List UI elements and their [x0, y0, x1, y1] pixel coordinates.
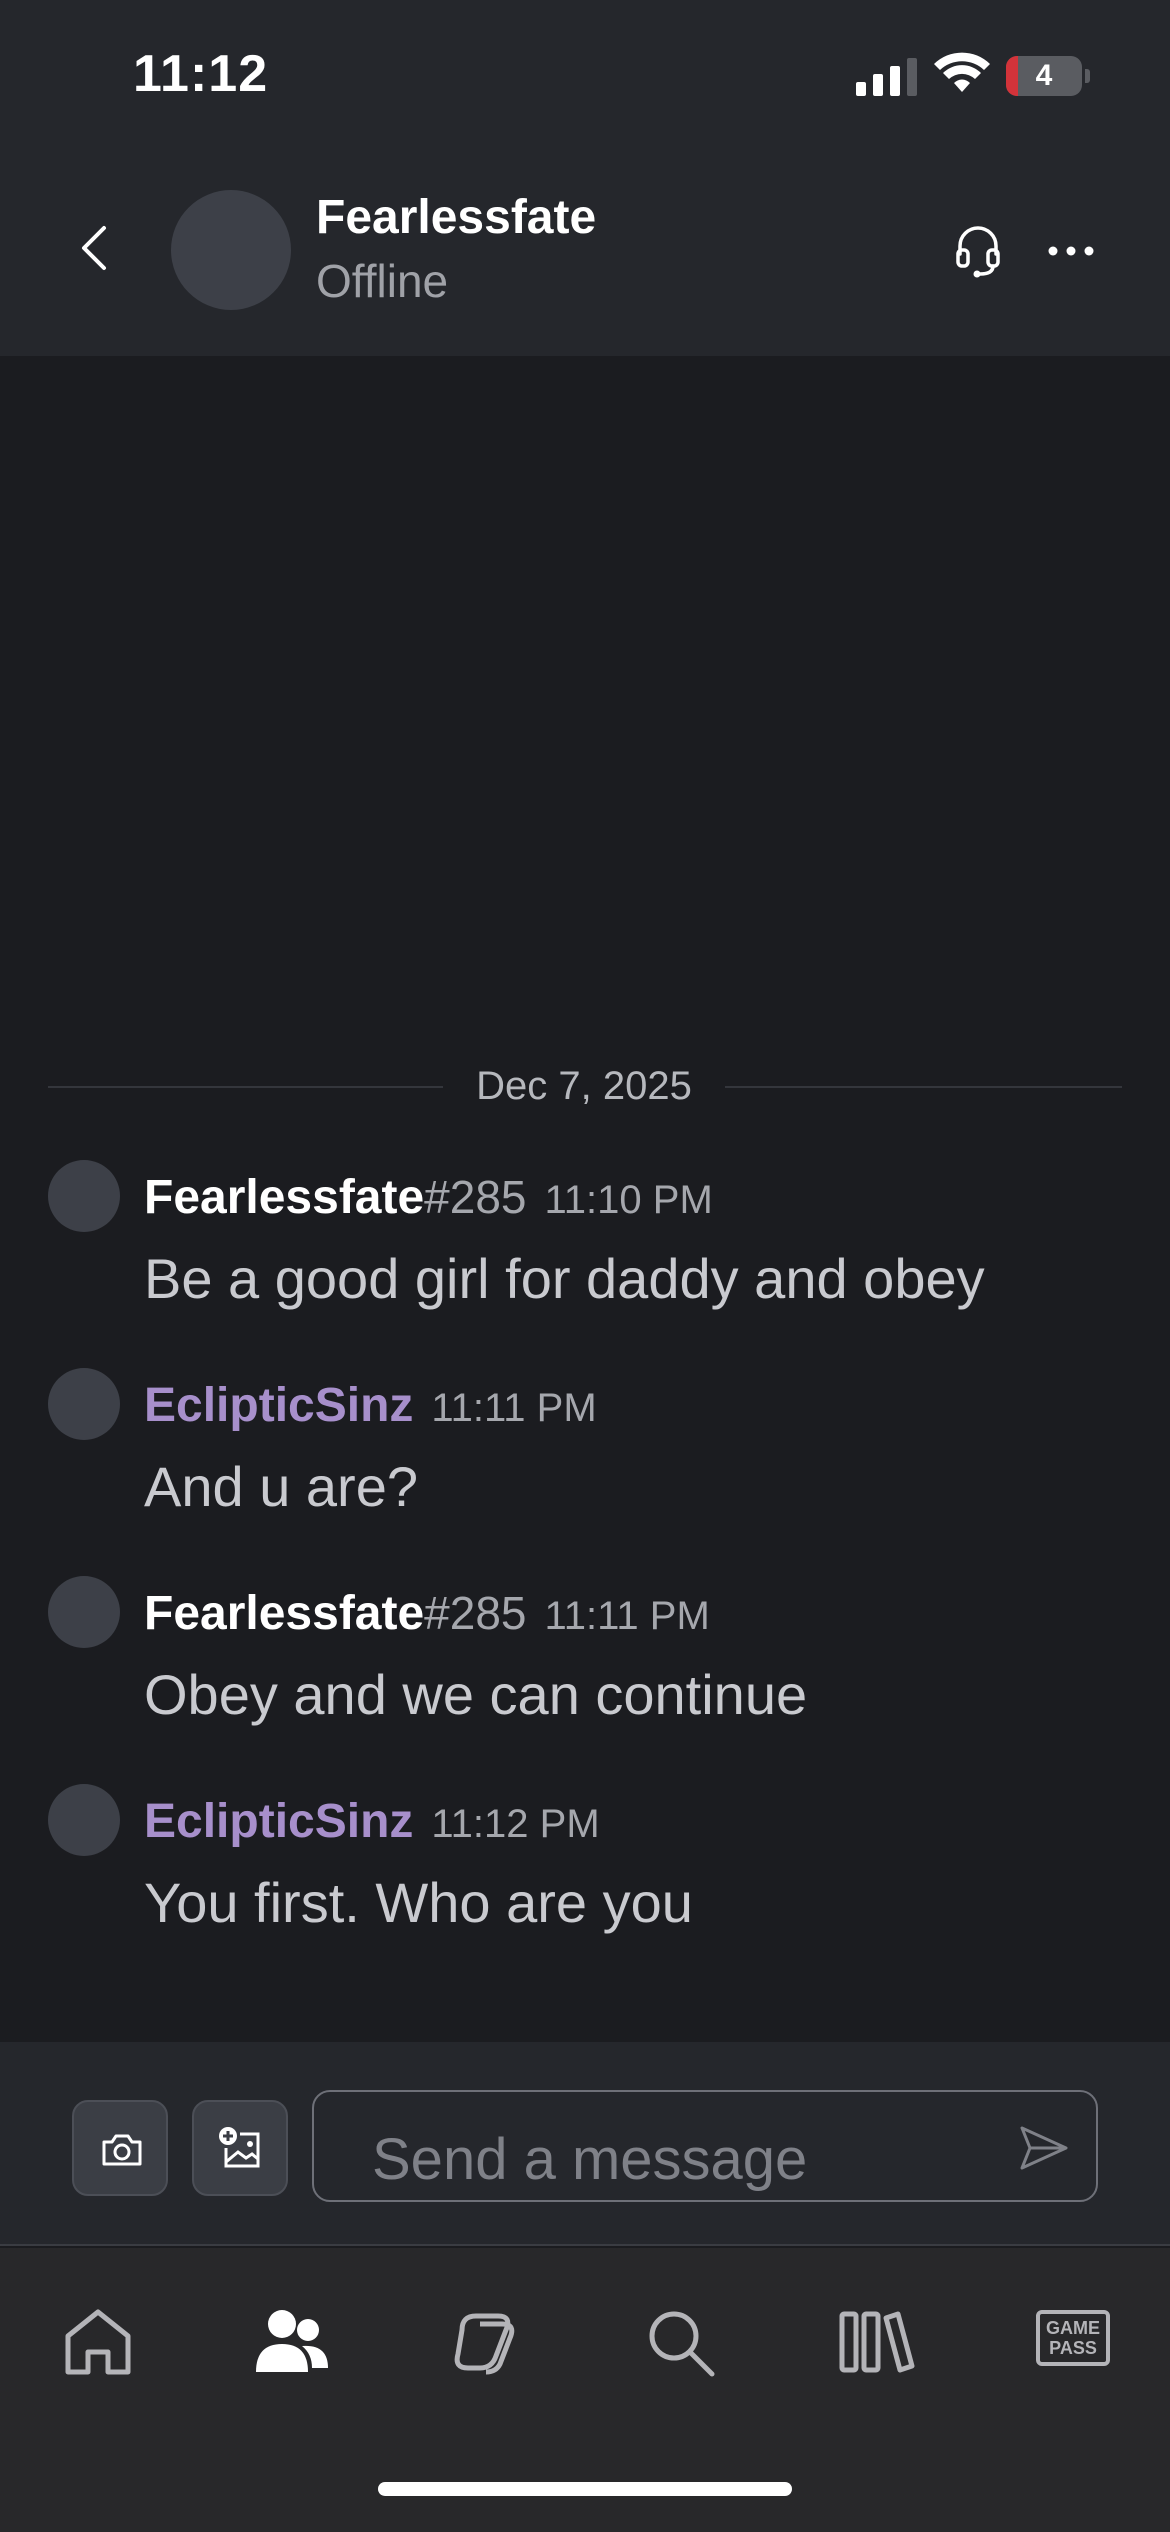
message-username[interactable]: EclipticSinz — [144, 1795, 413, 1848]
message-username[interactable]: EclipticSinz — [144, 1379, 413, 1432]
camera-icon — [102, 2134, 142, 2166]
nav-library[interactable] — [836, 2302, 916, 2382]
send-icon[interactable] — [1018, 2124, 1070, 2172]
message-timestamp: 11:12 PM — [431, 1802, 600, 1846]
battery-indicator: 4 — [1006, 56, 1090, 96]
message-user-tag: #285 — [424, 1171, 527, 1223]
add-image-icon — [219, 2127, 260, 2168]
add-image-button[interactable] — [192, 2100, 288, 2196]
message-text: And u are? — [144, 1455, 418, 1518]
message-user-tag: #285 — [424, 1587, 527, 1639]
more-options-icon[interactable] — [1046, 226, 1096, 276]
status-time: 11:12 — [133, 45, 269, 103]
game-pass-label-line1: GAME — [1046, 2318, 1100, 2338]
camera-button[interactable] — [72, 2100, 168, 2196]
nav-friends[interactable] — [252, 2302, 332, 2382]
date-divider-label: Dec 7, 2025 — [476, 1064, 692, 1108]
chat-area[interactable]: Dec 7, 2025 Fearlessfate#285 11:10 PM Be … — [0, 356, 1170, 2042]
game-pass-label-line2: PASS — [1049, 2338, 1097, 2358]
message-username[interactable]: Fearlessfate — [144, 1587, 424, 1640]
back-chevron-icon[interactable] — [68, 220, 124, 276]
contact-status: Offline — [316, 255, 449, 307]
search-icon — [649, 2311, 715, 2377]
conversation-header: Fearlessfate Offline — [0, 150, 1170, 356]
nav-social[interactable] — [446, 2302, 526, 2382]
headset-icon[interactable] — [950, 220, 1006, 280]
message-item[interactable]: Fearlessfate#285 11:10 PM Be a good girl … — [48, 1160, 1122, 1340]
message-timestamp: 11:11 PM — [544, 1594, 710, 1638]
game-pass-icon[interactable]: GAME PASS — [1036, 2310, 1110, 2366]
message-item[interactable]: EclipticSinz 11:12 PM You first. Who are … — [48, 1784, 1122, 1964]
wifi-icon — [934, 52, 990, 92]
message-avatar[interactable] — [48, 1576, 120, 1648]
nav-search[interactable] — [640, 2302, 720, 2382]
home-icon — [65, 2309, 131, 2375]
message-avatar[interactable] — [48, 1368, 120, 1440]
contact-name[interactable]: Fearlessfate — [316, 190, 596, 245]
friends-icon — [256, 2310, 328, 2372]
library-icon — [839, 2311, 915, 2373]
date-divider: Dec 7, 2025 — [48, 1056, 1122, 1116]
message-text: You first. Who are you — [144, 1871, 693, 1934]
bottom-navigation: GAME PASS — [0, 2248, 1170, 2532]
cellular-signal-icon — [856, 58, 917, 96]
message-item[interactable]: EclipticSinz 11:11 PM And u are? — [48, 1368, 1122, 1548]
message-avatar[interactable] — [48, 1160, 120, 1232]
message-composer: Send a message — [0, 2042, 1170, 2246]
social-icon — [454, 2313, 515, 2375]
message-text: Obey and we can continue — [144, 1663, 808, 1726]
message-timestamp: 11:10 PM — [544, 1178, 713, 1222]
message-item[interactable]: Fearlessfate#285 11:11 PM Obey and we can… — [48, 1576, 1122, 1756]
home-indicator — [378, 2482, 792, 2496]
message-timestamp: 11:11 PM — [431, 1386, 597, 1430]
message-text: Be a good girl for daddy and obey — [144, 1247, 985, 1310]
contact-avatar[interactable] — [171, 190, 291, 310]
message-input-placeholder: Send a message — [372, 2127, 808, 2192]
message-input[interactable]: Send a message — [312, 2090, 1098, 2202]
nav-home[interactable] — [58, 2302, 138, 2382]
battery-level: 4 — [1035, 59, 1053, 92]
status-bar: 11:12 4 — [0, 0, 1170, 150]
message-username[interactable]: Fearlessfate — [144, 1171, 424, 1224]
message-avatar[interactable] — [48, 1784, 120, 1856]
